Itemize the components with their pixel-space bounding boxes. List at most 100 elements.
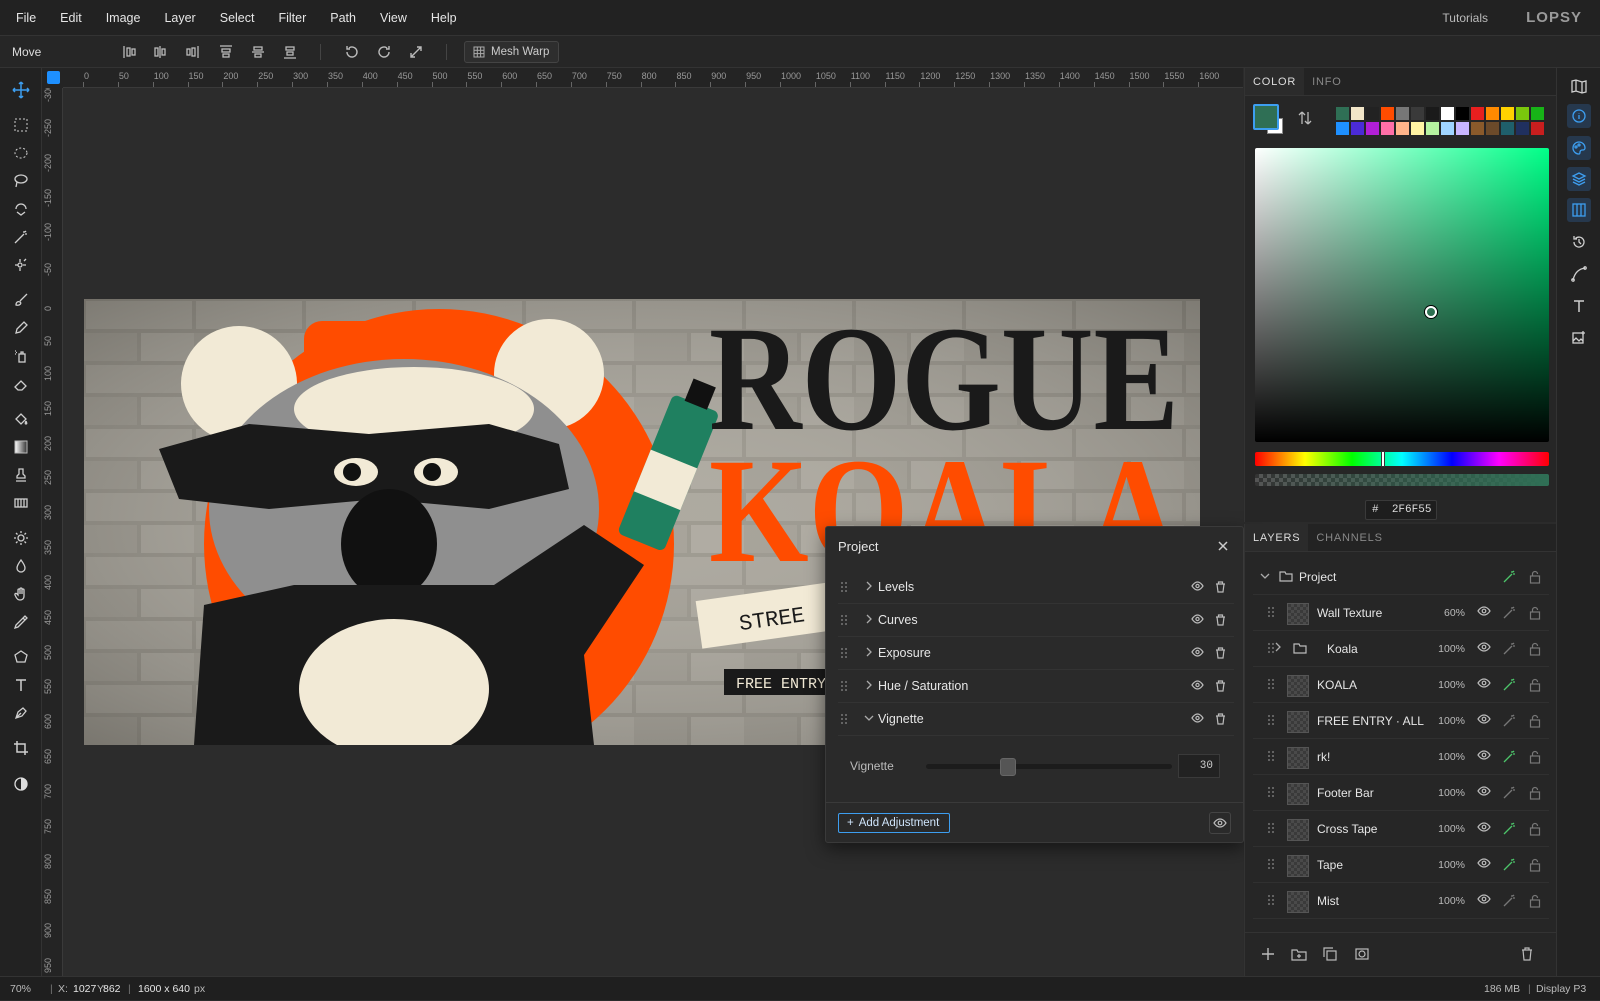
hex-input[interactable]: # 2F6F55 [1365,500,1437,520]
pattern-icon[interactable] [9,491,33,515]
drag-handle-icon[interactable] [840,614,848,626]
effects-icon[interactable] [1502,606,1516,620]
map-icon[interactable] [1567,74,1591,98]
lock-icon[interactable] [1529,786,1541,800]
channels-icon[interactable] [1567,198,1591,222]
drag-handle-icon[interactable] [840,713,848,725]
color-swatch[interactable] [1425,106,1440,121]
chevron-right-icon[interactable] [1273,642,1283,652]
layer-opacity[interactable]: 100% [1438,776,1465,811]
color-swatch[interactable] [1440,106,1455,121]
drag-handle-icon[interactable] [840,647,848,659]
magic-wand-icon[interactable] [9,225,33,249]
chevron-right-icon[interactable] [864,647,874,657]
color-swatch[interactable] [1440,121,1455,136]
add-adjustment-button[interactable]: + Add Adjustment [838,813,950,833]
layer-opacity[interactable]: 100% [1438,632,1465,667]
eye-icon[interactable] [1191,713,1204,723]
blur-icon[interactable] [9,554,33,578]
add-layer-icon[interactable] [1261,947,1275,961]
effects-icon[interactable] [1502,822,1516,836]
color-swatch[interactable] [1530,106,1545,121]
layers-icon[interactable] [1567,167,1591,191]
eye-icon[interactable] [1477,642,1491,652]
color-swatch[interactable] [1395,121,1410,136]
effects-icon[interactable] [1502,894,1516,908]
eyedropper-icon[interactable] [9,610,33,634]
eye-icon[interactable] [1477,678,1491,688]
layer-row[interactable]: Mist 100% [1253,884,1549,919]
eye-icon[interactable] [1477,858,1491,868]
effects-icon[interactable] [1502,714,1516,728]
layer-opacity[interactable]: 100% [1438,884,1465,919]
menu-view[interactable]: View [368,0,419,36]
eye-icon[interactable] [1209,812,1231,834]
color-picker-handle[interactable] [1425,306,1437,318]
history-icon[interactable] [1567,230,1591,254]
eraser-icon[interactable] [9,372,33,396]
color-swatch[interactable] [1395,106,1410,121]
color-swatch[interactable] [1380,106,1395,121]
color-swatch[interactable] [1410,121,1425,136]
color-swatch[interactable] [1350,106,1365,121]
layer-opacity[interactable]: 100% [1438,740,1465,775]
drag-handle-icon[interactable] [1267,822,1275,834]
text-tool-icon[interactable] [9,673,33,697]
lock-icon[interactable] [1529,822,1541,836]
eye-icon[interactable] [1191,614,1204,624]
menu-image[interactable]: Image [94,0,153,36]
layer-row[interactable]: Wall Texture 60% [1253,596,1549,631]
lock-icon[interactable] [1529,750,1541,764]
adjustment-row[interactable]: Hue / Saturation [838,670,1234,703]
align-center-h-icon[interactable] [150,42,170,62]
text-panel-icon[interactable] [1567,294,1591,318]
layer-group-row[interactable]: Project [1253,560,1549,595]
menu-filter[interactable]: Filter [266,0,318,36]
layer-row[interactable]: Cross Tape 100% [1253,812,1549,847]
ellipse-marquee-icon[interactable] [9,141,33,165]
paint-bucket-icon[interactable] [9,407,33,431]
color-swatch[interactable] [1485,121,1500,136]
chevron-right-icon[interactable] [864,614,874,624]
color-swatch[interactable] [1350,121,1365,136]
chevron-right-icon[interactable] [864,581,874,591]
layer-opacity[interactable]: 100% [1438,668,1465,703]
align-middle-v-icon[interactable] [248,42,268,62]
align-bottom-icon[interactable] [280,42,300,62]
hue-slider-handle[interactable] [1381,451,1385,467]
stamp-icon[interactable] [9,463,33,487]
drag-handle-icon[interactable] [1267,894,1275,906]
trash-icon[interactable] [1215,713,1226,725]
eye-icon[interactable] [1477,714,1491,724]
delete-layer-icon[interactable] [1521,947,1533,961]
layer-row[interactable]: FREE ENTRY · ALL 100% [1253,704,1549,739]
eye-icon[interactable] [1191,581,1204,591]
mesh-warp-button[interactable]: Mesh Warp [464,41,560,63]
color-swatch[interactable] [1425,121,1440,136]
foreground-color-swatch[interactable] [1253,104,1279,130]
tab-channels[interactable]: CHANNELS [1308,524,1390,551]
drag-handle-icon[interactable] [1267,858,1275,870]
hue-slider[interactable] [1255,451,1549,467]
tab-layers[interactable]: LAYERS [1245,524,1309,551]
color-swatch[interactable] [1530,121,1545,136]
color-swatch[interactable] [1500,106,1515,121]
close-icon[interactable] [1217,540,1229,552]
layer-row[interactable]: rk! 100% [1253,740,1549,775]
color-swatch[interactable] [1410,106,1425,121]
hand-icon[interactable] [9,582,33,606]
tutorials-link[interactable]: Tutorials [1442,0,1488,36]
rect-marquee-icon[interactable] [9,113,33,137]
horizontal-ruler[interactable]: 0 50 100 150 200 250 300 350 400 450 500 550 600 650 7… [63,68,1243,88]
color-swatch[interactable] [1365,106,1380,121]
eye-icon[interactable] [1477,606,1491,616]
color-swatch[interactable] [1365,121,1380,136]
drag-handle-icon[interactable] [1267,714,1275,726]
crop-icon[interactable] [9,736,33,760]
trash-icon[interactable] [1215,614,1226,626]
eye-icon[interactable] [1191,647,1204,657]
vignette-slider-handle[interactable] [999,758,1016,776]
lock-icon[interactable] [1529,858,1541,872]
eye-icon[interactable] [1477,786,1491,796]
menu-path[interactable]: Path [318,0,368,36]
